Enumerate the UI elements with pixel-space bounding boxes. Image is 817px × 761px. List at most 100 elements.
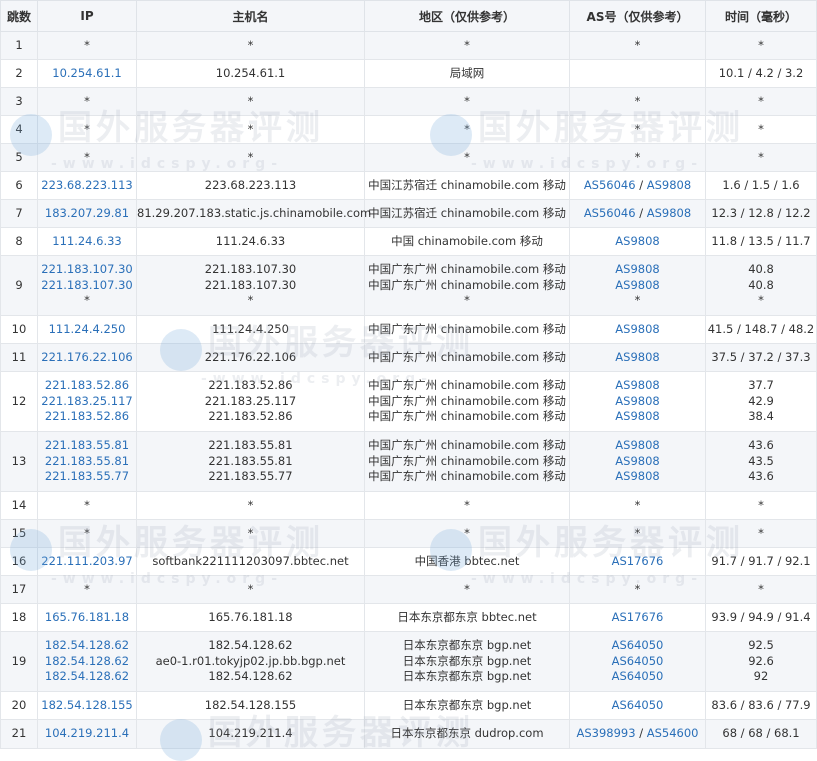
time-cell: 11.8 / 13.5 / 11.7 — [705, 227, 817, 256]
as-link[interactable]: AS9808 — [615, 278, 659, 292]
ip-link[interactable]: 182.54.128.62 — [38, 669, 136, 685]
as-link[interactable]: AS9808 — [647, 178, 691, 192]
ip-link[interactable]: 221.183.55.81 — [38, 454, 136, 470]
as-separator: / — [635, 726, 647, 741]
as-line: * — [570, 498, 705, 514]
as-link[interactable]: AS56046 — [584, 206, 636, 220]
as-line: AS56046 / AS9808 — [570, 206, 705, 222]
as-link[interactable]: AS9808 — [615, 262, 659, 276]
as-link[interactable]: AS9808 — [647, 206, 691, 220]
ip-link[interactable]: 221.183.55.81 — [38, 438, 136, 454]
as-link[interactable]: AS398993 — [576, 726, 635, 740]
region: 中国广东广州 chinamobile.com 移动 — [368, 393, 566, 408]
region: 中国广东广州 chinamobile.com 移动 — [368, 469, 566, 484]
hostname-cell: softbank221111203097.bbtec.net — [136, 547, 365, 576]
table-row: 20 182.54.128.155 182.54.128.155 日本东京都东京 bg… — [0, 691, 817, 720]
hostname-cell: 221.183.52.86 221.183.25.117 221.183.52.86 — [136, 371, 365, 432]
ip-link[interactable]: 221.183.55.77 — [38, 469, 136, 485]
as-link[interactable]: AS9808 — [615, 378, 659, 392]
as-line: AS9808 — [570, 378, 705, 394]
region-cell: 中国广东广州 chinamobile.com 移动 — [364, 343, 570, 372]
as-link[interactable]: AS64050 — [612, 654, 664, 668]
as-cell: * — [569, 143, 706, 172]
as-separator: / — [635, 177, 647, 192]
hostname: * — [247, 497, 254, 512]
ip-link[interactable]: 10.254.61.1 — [38, 66, 136, 82]
ip-link[interactable]: 111.24.4.250 — [38, 322, 136, 338]
as-line: AS9808 — [570, 350, 705, 366]
as-link[interactable]: AS9808 — [615, 350, 659, 364]
hostname: * — [247, 37, 254, 52]
hostname: 111.24.6.33 — [215, 233, 286, 248]
ip-link[interactable]: 221.183.25.117 — [38, 394, 136, 410]
as-link[interactable]: AS56046 — [584, 178, 636, 192]
table-row: 7 183.207.29.81 81.29.207.183.static.js.ch… — [0, 199, 817, 228]
region: 中国广东广州 chinamobile.com 移动 — [368, 349, 566, 364]
region: 日本东京都东京 bbtec.net — [397, 609, 537, 624]
hostname: 221.183.25.117 — [204, 393, 297, 408]
ip-link[interactable]: 182.54.128.62 — [38, 654, 136, 670]
hop-number: 20 — [11, 697, 27, 712]
table-row: 4 * * * * * — [0, 115, 817, 144]
ip-link[interactable]: 183.207.29.81 — [38, 206, 136, 222]
ip-link[interactable]: 104.219.211.4 — [38, 726, 136, 742]
ip-link[interactable]: 111.24.6.33 — [38, 234, 136, 250]
region-cell: * — [364, 31, 570, 60]
time-cell: * — [705, 491, 817, 520]
ip-link[interactable]: 223.68.223.113 — [38, 178, 136, 194]
as-link[interactable]: AS54600 — [647, 726, 699, 740]
table-row: 11 221.176.22.106 221.176.22.106 中国广东广州 chi… — [0, 343, 817, 372]
region-cell: 中国广东广州 chinamobile.com 移动 — [364, 315, 570, 344]
as-cell: * — [569, 575, 706, 604]
ip-cell: * — [37, 575, 137, 604]
region: 日本东京都东京 bgp.net — [402, 638, 532, 653]
as-link[interactable]: AS9808 — [615, 438, 659, 452]
hostname-cell: 10.254.61.1 — [136, 59, 365, 88]
region-cell: * — [364, 87, 570, 116]
latency: * — [758, 121, 764, 136]
as-link[interactable]: AS9808 — [615, 394, 659, 408]
region: 中国香港 bbtec.net — [414, 553, 520, 568]
hostname-cell: 223.68.223.113 — [136, 171, 365, 200]
latency: 91.7 / 91.7 / 92.1 — [711, 553, 811, 568]
latency: 37.5 / 37.2 / 37.3 — [711, 349, 811, 364]
as-link[interactable]: AS64050 — [612, 698, 664, 712]
as-link[interactable]: AS9808 — [615, 234, 659, 248]
as-cell: * — [569, 31, 706, 60]
as-link[interactable]: AS9808 — [615, 409, 659, 423]
region-cell: 日本东京都东京 bgp.net — [364, 691, 570, 720]
ip-link[interactable]: 221.176.22.106 — [38, 350, 136, 366]
ip-cell: * — [37, 519, 137, 548]
ip-link[interactable]: 221.183.107.30 — [38, 262, 136, 278]
as-link[interactable]: AS9808 — [615, 454, 659, 468]
as-link[interactable]: AS64050 — [612, 669, 664, 683]
ip-link[interactable]: 182.54.128.155 — [38, 698, 136, 714]
ip-link[interactable]: 221.111.203.97 — [38, 554, 136, 570]
region-cell: 中国 chinamobile.com 移动 — [364, 227, 570, 256]
latency: 43.6 — [748, 438, 774, 453]
as-link[interactable]: AS17676 — [612, 554, 664, 568]
latency: 40.8 — [748, 277, 774, 292]
as-link[interactable]: AS9808 — [615, 469, 659, 483]
region-cell: * — [364, 143, 570, 172]
as-link[interactable]: AS9808 — [615, 322, 659, 336]
as-line: AS9808 — [570, 322, 705, 338]
hop-number: 3 — [15, 93, 23, 108]
ip-link[interactable]: 221.183.52.86 — [38, 378, 136, 394]
ip-link[interactable]: 182.54.128.62 — [38, 638, 136, 654]
hop-number: 1 — [15, 37, 23, 52]
header-hostname: 主机名 — [136, 0, 365, 32]
hop-number: 17 — [11, 581, 27, 596]
latency: 12.3 / 12.8 / 12.2 — [711, 205, 811, 220]
hostname-cell: * — [136, 519, 365, 548]
latency: * — [758, 149, 764, 164]
hop-cell: 7 — [0, 199, 38, 228]
hop-cell: 14 — [0, 491, 38, 520]
ip-link[interactable]: 221.183.52.86 — [38, 409, 136, 425]
ip-link[interactable]: 165.76.181.18 — [38, 610, 136, 626]
hostname-cell: * — [136, 87, 365, 116]
as-link[interactable]: AS64050 — [612, 638, 664, 652]
ip-link[interactable]: 221.183.107.30 — [38, 278, 136, 294]
hostname: * — [247, 149, 254, 164]
as-link[interactable]: AS17676 — [612, 610, 664, 624]
